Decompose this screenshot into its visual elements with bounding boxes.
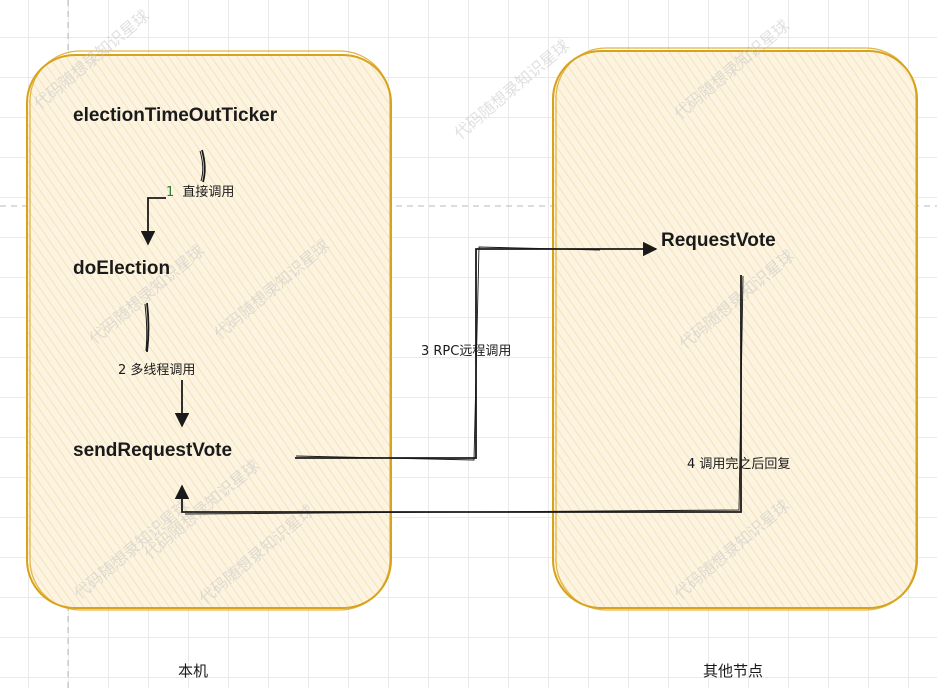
node-request-vote: RequestVote bbox=[661, 230, 776, 251]
remote-node-box bbox=[552, 47, 918, 611]
edge-step2-label: 2 多线程调用 bbox=[118, 362, 195, 378]
remote-node-caption: 其他节点 bbox=[703, 662, 763, 680]
local-node-caption: 本机 bbox=[178, 662, 208, 680]
node-send-request-vote: sendRequestVote bbox=[73, 440, 232, 461]
edge-step1-label: 1 直接调用 bbox=[166, 184, 234, 200]
node-do-election: doElection bbox=[73, 258, 170, 279]
edge-step3-label: 3 RPC远程调用 bbox=[421, 344, 511, 359]
local-node-box bbox=[26, 50, 392, 611]
node-election-timeout-ticker: electionTimeOutTicker bbox=[73, 105, 278, 126]
diagram-canvas: 代码随想录知识星球 代码随想录知识星球 代码随想录知识星球 代码随想录知识星球 … bbox=[0, 0, 937, 688]
edge-step4-label: 4 调用完之后回复 bbox=[687, 457, 790, 472]
